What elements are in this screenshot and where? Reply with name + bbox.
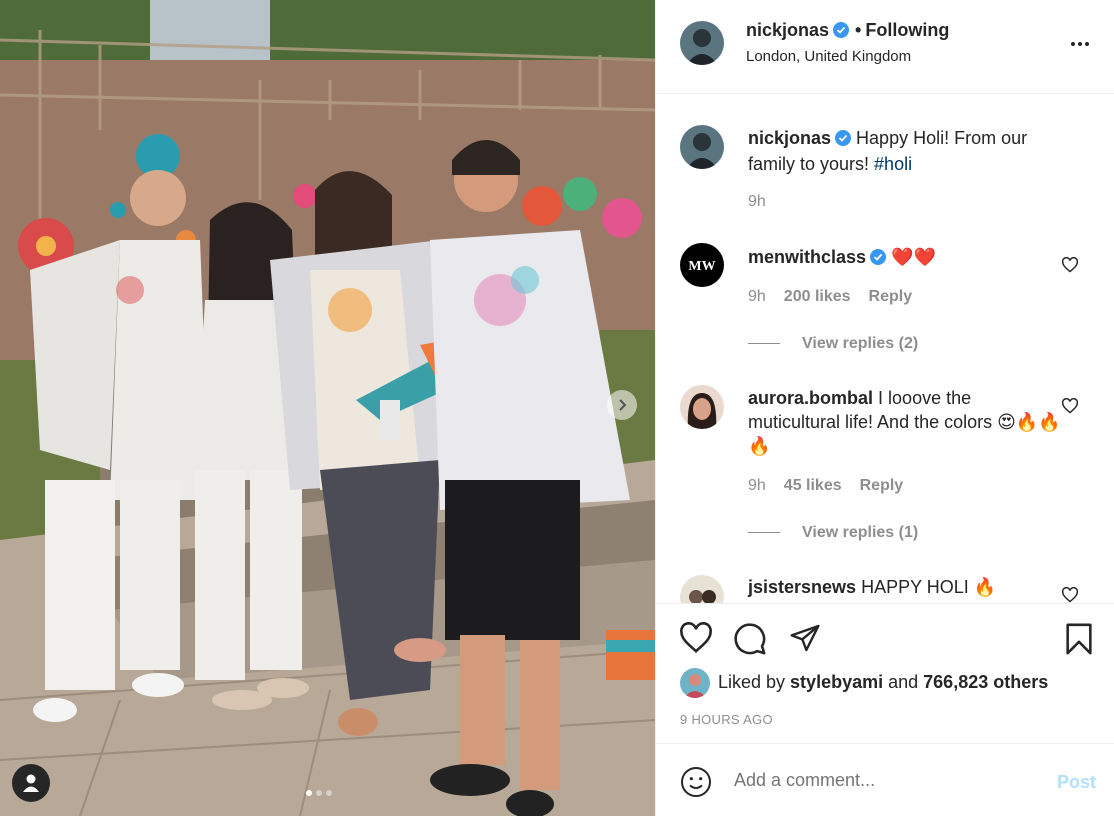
view-replies-button[interactable]: View replies (2) xyxy=(748,335,918,353)
post-location[interactable]: London, United Kingdom xyxy=(746,48,911,65)
comment-icon[interactable] xyxy=(732,622,768,656)
comment-username[interactable]: menwithclass xyxy=(748,247,866,267)
comment-avatar[interactable] xyxy=(680,385,724,429)
caption-hashtag[interactable]: #holi xyxy=(874,154,912,174)
comment-reply-button[interactable]: Reply xyxy=(860,477,904,494)
author-username[interactable]: nickjonas xyxy=(746,20,829,40)
carousel-dots xyxy=(306,790,332,796)
comment-like-heart-icon[interactable] xyxy=(1061,587,1079,603)
liked-by-user[interactable]: stylebyami xyxy=(790,672,883,692)
comment-avatar[interactable]: MW xyxy=(680,243,724,287)
comment-like-heart-icon[interactable] xyxy=(1061,257,1079,273)
svg-text:MW: MW xyxy=(688,259,715,274)
comment-username[interactable]: aurora.bombal xyxy=(748,388,873,408)
carousel-dot xyxy=(316,790,322,796)
comment-likes[interactable]: 200 likes xyxy=(784,288,851,305)
post-photo[interactable] xyxy=(0,0,655,816)
emoji-icon[interactable] xyxy=(680,766,712,798)
verified-icon xyxy=(833,22,850,43)
following-button[interactable]: Following xyxy=(865,20,949,40)
photo-scene xyxy=(0,0,655,816)
comment-likes[interactable]: 45 likes xyxy=(784,477,842,494)
comment-time[interactable]: 9h xyxy=(748,288,766,305)
caption-username[interactable]: nickjonas xyxy=(748,128,831,148)
comment: menwithclass ❤️❤️ xyxy=(748,245,1068,271)
comment-composer: Post xyxy=(656,743,1114,816)
verified-icon xyxy=(870,247,887,271)
post-header: nickjonas • Following London, United Kingd… xyxy=(656,0,1114,94)
comment-text: HAPPY HOLI 🔥 xyxy=(861,577,997,597)
view-replies-button[interactable]: View replies (1) xyxy=(748,524,918,542)
header-line: nickjonas • Following xyxy=(746,20,949,43)
replies-dash xyxy=(748,532,780,534)
comment-input[interactable] xyxy=(734,770,1034,791)
caption: nickjonas Happy Holi! From our family to… xyxy=(748,126,1068,176)
view-replies-label: View replies (2) xyxy=(802,335,919,352)
comment-reply-button[interactable]: Reply xyxy=(869,288,913,305)
comment-time[interactable]: 9h xyxy=(748,477,766,494)
heart-icon[interactable] xyxy=(678,622,714,654)
caption-avatar[interactable] xyxy=(680,125,724,169)
comment-like-heart-icon[interactable] xyxy=(1061,398,1079,414)
author-avatar[interactable] xyxy=(680,21,724,65)
header-separator: • xyxy=(855,20,862,40)
liker-avatar[interactable] xyxy=(680,668,710,698)
replies-dash xyxy=(748,343,780,345)
liked-by-middle: and xyxy=(883,672,924,692)
view-replies-label: View replies (1) xyxy=(802,524,919,541)
post-details-panel: nickjonas • Following London, United Kingd… xyxy=(655,0,1114,816)
likes-count[interactable]: 766,823 others xyxy=(923,672,1048,692)
comment-text: ❤️❤️ xyxy=(891,247,936,267)
verified-icon xyxy=(835,128,852,152)
liked-by-prefix: Liked by xyxy=(718,672,791,692)
comment: aurora.bombal I looove the muticultural … xyxy=(748,386,1068,458)
caption-time[interactable]: 9h xyxy=(748,193,766,211)
comment-avatar[interactable] xyxy=(680,575,724,603)
post-timestamp[interactable]: 9 HOURS AGO xyxy=(680,712,773,727)
bookmark-icon[interactable] xyxy=(1064,622,1094,656)
next-arrow-icon[interactable] xyxy=(607,390,637,420)
comment: jsistersnews HAPPY HOLI 🔥 xyxy=(748,575,1068,599)
carousel-dot xyxy=(306,790,312,796)
comment-meta: 9h 45 likes Reply xyxy=(748,477,903,495)
share-icon[interactable] xyxy=(788,622,822,654)
liked-by-text: Liked by stylebyami and 766,823 others xyxy=(718,672,1048,693)
comments-list[interactable]: nickjonas Happy Holi! From our family to… xyxy=(656,95,1114,603)
carousel-dot xyxy=(326,790,332,796)
comment-username[interactable]: jsistersnews xyxy=(748,577,856,597)
more-icon[interactable] xyxy=(1071,42,1089,46)
user-tag-icon[interactable] xyxy=(12,764,50,802)
comment-meta: 9h 200 likes Reply xyxy=(748,288,912,306)
post-comment-button[interactable]: Post xyxy=(1057,772,1096,793)
